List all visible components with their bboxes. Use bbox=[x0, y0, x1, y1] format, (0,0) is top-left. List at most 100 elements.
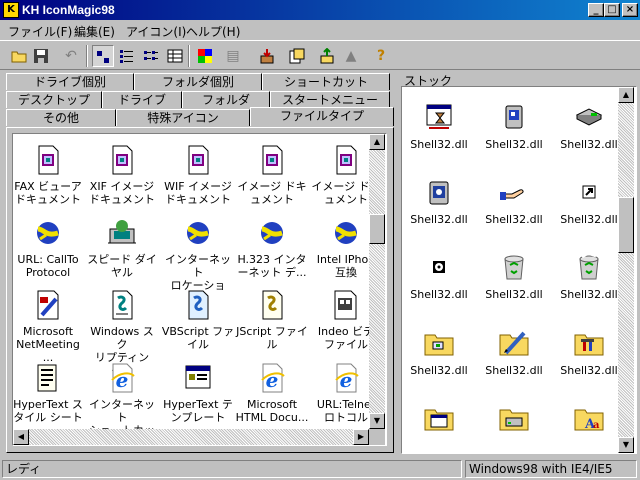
tab-folder-individual[interactable]: フォルダ個別 bbox=[134, 73, 262, 90]
stock-item[interactable]: Shell32.dll bbox=[404, 251, 474, 301]
scroll-left-button[interactable]: ◀ bbox=[13, 429, 29, 445]
import-icon[interactable]: ▲ bbox=[340, 45, 362, 67]
network-drive-icon bbox=[573, 101, 605, 133]
status-platform: Windows98 with IE4/IE5 bbox=[465, 460, 637, 478]
help-icon[interactable]: ? bbox=[370, 45, 392, 67]
file-type-item[interactable]: FAX ビューア ドキュメント bbox=[13, 144, 85, 206]
recycle-bin-full-icon bbox=[573, 251, 605, 283]
stock-item[interactable]: Shell32.dll bbox=[554, 176, 624, 226]
tab-drive-individual[interactable]: ドライブ個別 bbox=[6, 73, 134, 90]
maximize-button[interactable]: □ bbox=[604, 3, 620, 17]
file-type-item[interactable]: HyperText ス タイル シート bbox=[13, 362, 85, 424]
file-type-item[interactable]: VBScript ファ イル bbox=[161, 289, 235, 351]
svg-text:a: a bbox=[593, 420, 600, 431]
file-type-item[interactable]: HyperText テ ンプレート bbox=[161, 362, 235, 424]
file-type-label: Microsoft HTML Docu... bbox=[235, 398, 309, 424]
stock-item-label: Shell32.dll bbox=[485, 288, 543, 301]
stock-item[interactable]: Shell32.dll bbox=[554, 101, 624, 151]
menu-edit[interactable]: 編集(E) bbox=[74, 23, 115, 40]
app-icon[interactable]: K bbox=[3, 2, 19, 18]
tab-drive[interactable]: ドライブ bbox=[102, 91, 182, 108]
recycle-bin-empty-icon bbox=[498, 251, 530, 283]
save-disk-icon[interactable] bbox=[30, 45, 52, 67]
stock-item[interactable]: Shell32.dll bbox=[479, 101, 549, 151]
vbscript-icon bbox=[182, 289, 214, 321]
file-type-icon-grid[interactable]: FAX ビューア ドキュメント XIF イメージ ドキュメント WIF イメージ ド… bbox=[12, 133, 387, 446]
scroll-up-button[interactable]: ▲ bbox=[369, 134, 385, 150]
open-folder-icon[interactable] bbox=[8, 45, 30, 67]
file-type-label: XIF イメージ ドキュメント bbox=[89, 180, 155, 206]
ie-icon: e bbox=[106, 362, 138, 394]
tab-special-icons[interactable]: 特殊アイコン bbox=[116, 109, 250, 126]
url-protocol-icon bbox=[32, 217, 64, 249]
extract-icon[interactable] bbox=[256, 45, 278, 67]
menu-file[interactable]: ファイル(F) bbox=[8, 23, 72, 40]
stock-item-label: Shell32.dll bbox=[560, 138, 618, 151]
fax-document-icon bbox=[32, 144, 64, 176]
menu-icon[interactable]: アイコン(I) bbox=[126, 23, 186, 40]
large-icon-view-icon[interactable] bbox=[92, 45, 114, 67]
list-view-icon[interactable] bbox=[140, 45, 162, 67]
video-file-icon bbox=[330, 289, 362, 321]
file-type-label: VBScript ファ イル bbox=[161, 325, 235, 351]
url-protocol-icon bbox=[330, 217, 362, 249]
stock-item[interactable]: Shell32.dll bbox=[404, 176, 474, 226]
file-type-item[interactable]: イメージ ドキ ュメント bbox=[235, 144, 309, 206]
file-type-item[interactable]: e Microsoft HTML Docu... bbox=[235, 362, 309, 424]
file-type-item[interactable]: JScript ファイ ル bbox=[235, 289, 309, 351]
file-type-label: Microsoft NetMeeting ... bbox=[16, 325, 80, 364]
stock-item[interactable]: Shell32.dll bbox=[404, 101, 474, 151]
tab-start-menu[interactable]: スタートメニュー bbox=[270, 91, 390, 108]
small-disk-icon bbox=[423, 251, 455, 283]
calendar-folder-icon bbox=[423, 402, 455, 434]
close-button[interactable]: × bbox=[622, 3, 638, 17]
minimize-button[interactable]: _ bbox=[588, 3, 604, 17]
file-type-item[interactable]: スピード ダイ ヤル bbox=[85, 217, 159, 279]
stock-item[interactable]: Aa bbox=[554, 402, 624, 439]
scroll-right-button[interactable]: ▶ bbox=[353, 429, 369, 445]
stock-item[interactable] bbox=[479, 402, 549, 439]
file-type-item[interactable]: H.323 インタ ーネット デ... bbox=[235, 217, 309, 279]
status-text: レディ bbox=[2, 460, 462, 478]
title-bar[interactable]: K KH IconMagic98 _ □ × bbox=[0, 0, 640, 20]
stock-item[interactable]: Shell32.dll bbox=[554, 327, 624, 377]
stock-vertical-scrollbar[interactable]: ▲ ▼ bbox=[618, 87, 634, 453]
file-type-item[interactable]: Microsoft NetMeeting ... bbox=[13, 289, 85, 364]
file-type-label: HyperText テ ンプレート bbox=[163, 398, 233, 424]
left-vertical-scrollbar[interactable]: ▲ ▼ bbox=[369, 134, 385, 429]
tab-shortcut[interactable]: ショートカット bbox=[262, 73, 390, 90]
fonts-folder-icon: Aa bbox=[573, 402, 605, 434]
file-type-panel: FAX ビューア ドキュメント XIF イメージ ドキュメント WIF イメージ ド… bbox=[6, 127, 394, 453]
scroll-thumb[interactable] bbox=[369, 214, 385, 244]
print-icon[interactable]: ▤ bbox=[222, 45, 244, 67]
file-type-item[interactable]: URL: CallTo Protocol bbox=[13, 217, 85, 279]
scroll-down-button[interactable]: ▼ bbox=[369, 413, 385, 429]
file-type-label: HyperText ス タイル シート bbox=[13, 398, 83, 424]
menu-help[interactable]: ヘルプ(H) bbox=[186, 23, 240, 40]
color-palette-icon[interactable] bbox=[194, 45, 216, 67]
export-icon[interactable] bbox=[316, 45, 338, 67]
stock-item[interactable]: Shell32.dll bbox=[479, 176, 549, 226]
stock-scroll-down-button[interactable]: ▼ bbox=[618, 437, 634, 453]
image-document-icon bbox=[106, 144, 138, 176]
stock-item[interactable]: Shell32.dll bbox=[479, 251, 549, 301]
tab-file-type[interactable]: ファイルタイプ bbox=[250, 107, 394, 126]
tab-other[interactable]: その他 bbox=[6, 109, 116, 126]
undo-icon[interactable]: ↶ bbox=[60, 45, 82, 67]
details-view-icon[interactable] bbox=[164, 45, 186, 67]
tab-desktop[interactable]: デスクトップ bbox=[6, 91, 102, 108]
stock-panel[interactable]: Shell32.dll Shell32.dll Shell32.dll Shell32… bbox=[401, 86, 637, 454]
stock-scroll-thumb[interactable] bbox=[618, 197, 634, 253]
file-type-item[interactable]: WIF イメージ ドキュメント bbox=[161, 144, 235, 206]
stock-item[interactable]: Shell32.dll bbox=[479, 327, 549, 377]
left-horizontal-scrollbar[interactable]: ◀ ▶ bbox=[13, 429, 369, 445]
stock-scroll-up-button[interactable]: ▲ bbox=[618, 87, 634, 103]
image-document-icon bbox=[330, 144, 362, 176]
small-icon-view-icon[interactable] bbox=[116, 45, 138, 67]
stock-item[interactable]: Shell32.dll bbox=[554, 251, 624, 301]
stock-item[interactable]: Shell32.dll bbox=[404, 327, 474, 377]
tab-folder[interactable]: フォルダ bbox=[182, 91, 270, 108]
stock-item[interactable] bbox=[404, 402, 474, 439]
file-type-item[interactable]: XIF イメージ ドキュメント bbox=[85, 144, 159, 206]
copy-icon[interactable] bbox=[286, 45, 308, 67]
